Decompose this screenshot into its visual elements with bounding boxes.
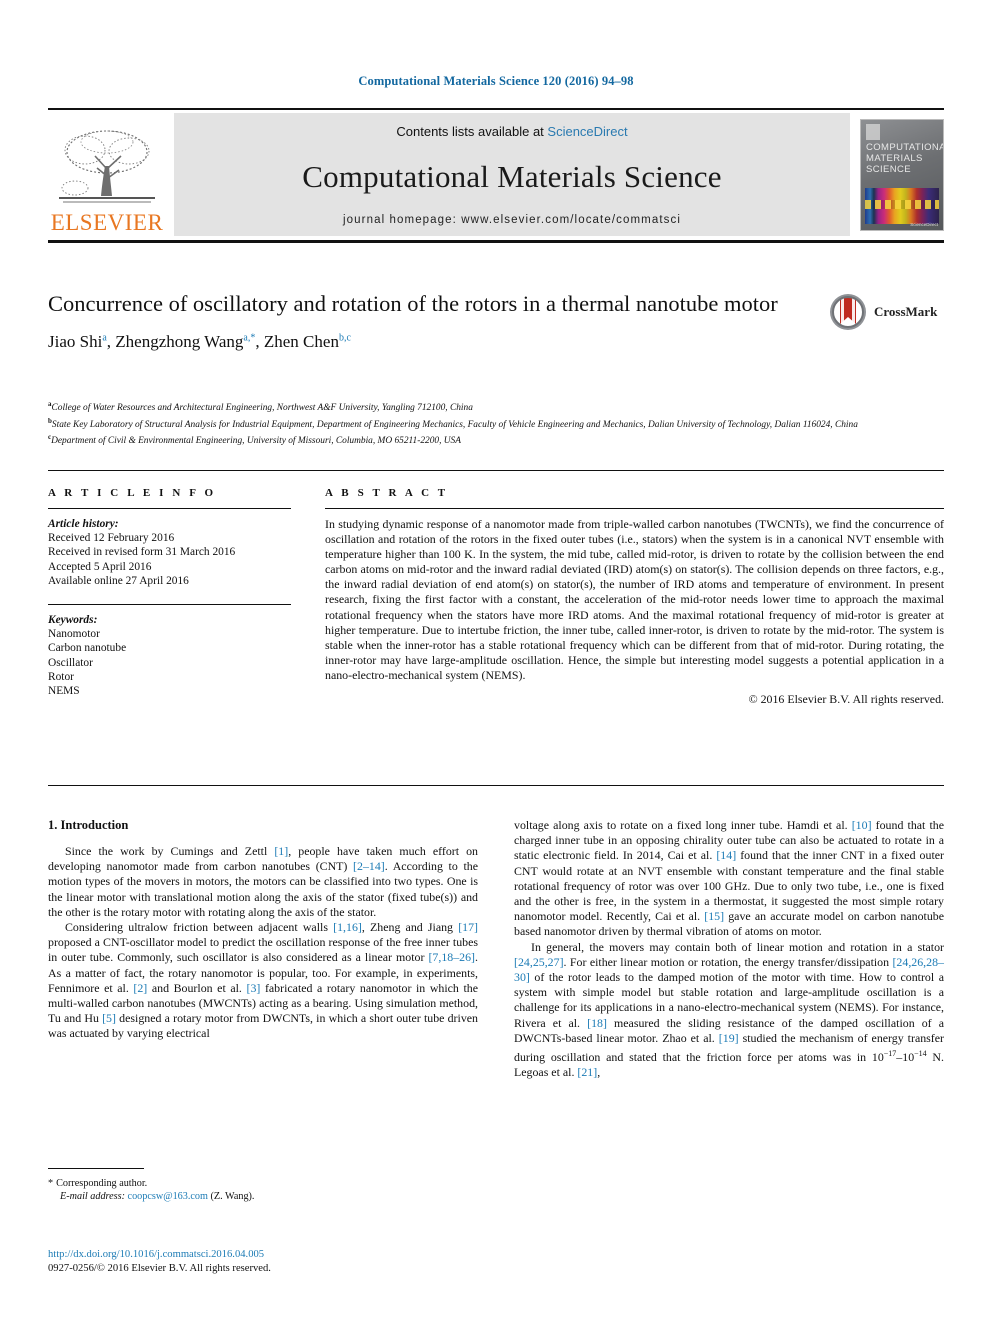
paragraph-left-1: Considering ultralow friction between ad… <box>48 920 478 1041</box>
doi-link[interactable]: http://dx.doi.org/10.1016/j.commatsci.20… <box>48 1248 548 1262</box>
history-item-3: Available online 27 April 2016 <box>48 574 189 587</box>
body-column-left: 1. Introduction Since the work by Cuming… <box>48 818 478 1042</box>
paragraph-right-0: voltage along axis to rotate on a fixed … <box>514 818 944 939</box>
abstract-text: In studying dynamic response of a nanomo… <box>325 517 944 682</box>
corresponding-author-line: * Corresponding author. <box>48 1177 478 1190</box>
crossmark-label: CrossMark <box>874 304 938 319</box>
abstract-rule <box>325 508 944 509</box>
affiliation-a: aCollege of Water Resources and Architec… <box>48 398 944 415</box>
asterisk-icon: * <box>48 1178 54 1189</box>
keyword-2: Oscillator <box>48 656 93 669</box>
article-history: Article history: Received 12 February 20… <box>48 517 291 588</box>
keywords-block: Keywords: Nanomotor Carbon nanotube Osci… <box>48 613 291 698</box>
masthead-bottom-rule <box>48 240 944 243</box>
email-label: E-mail address: <box>60 1191 125 1202</box>
affiliation-b: bState Key Laboratory of Structural Anal… <box>48 415 944 432</box>
page-footer: http://dx.doi.org/10.1016/j.commatsci.20… <box>48 1248 548 1275</box>
footnote-separator <box>48 1168 144 1169</box>
elsevier-wordmark: ELSEVIER <box>50 210 164 235</box>
affiliation-c-text: Department of Civil & Environmental Engi… <box>51 436 461 447</box>
keyword-0: Nanomotor <box>48 628 100 641</box>
journal-title: Computational Materials Science <box>302 159 722 194</box>
affiliation-a-text: College of Water Resources and Architect… <box>51 403 473 414</box>
contents-available-line: Contents lists available at ScienceDirec… <box>396 124 627 139</box>
keyword-1: Carbon nanotube <box>48 642 127 655</box>
author-2-name: Zhen Chen <box>263 332 339 351</box>
journal-homepage-link[interactable]: journal homepage: www.elsevier.com/locat… <box>343 214 681 226</box>
cover-title-line2: MATERIALS <box>866 152 923 164</box>
abstract-column: A B S T R A C T In studying dynamic resp… <box>325 487 944 707</box>
abstract-heading: A B S T R A C T <box>325 487 449 499</box>
page-title: Concurrence of oscillatory and rotation … <box>48 291 778 316</box>
author-list: Jiao Shia, Zhengzhong Wanga,*, Zhen Chen… <box>48 332 351 351</box>
article-info-rule <box>48 508 291 509</box>
corresponding-author-text: Corresponding author. <box>56 1178 148 1189</box>
body-column-right: voltage along axis to rotate on a fixed … <box>514 818 944 1080</box>
keywords-label: Keywords: <box>48 614 98 627</box>
sciencedirect-link[interactable]: ScienceDirect <box>547 124 627 139</box>
email-line: E-mail address: coopcsw@163.com (Z. Wang… <box>48 1190 478 1203</box>
elsevier-tree-icon <box>59 130 155 203</box>
issn-copyright-line: 0927-0256/© 2016 Elsevier B.V. All right… <box>48 1262 271 1274</box>
author-2-marks: b,c <box>338 332 351 344</box>
cover-title: COMPUTATIONAL MATERIALS SCIENCE <box>866 141 944 175</box>
cover-title-line3: SCIENCE <box>866 163 912 175</box>
title-block: Concurrence of oscillatory and rotation … <box>48 290 808 352</box>
section-title-introduction: 1. Introduction <box>48 818 129 832</box>
running-head: Computational Materials Science 120 (201… <box>358 74 634 88</box>
author-1-marks: a,* <box>243 332 256 344</box>
journal-masthead: ELSEVIER Contents lists available at Sci… <box>48 108 944 236</box>
crossmark-badge[interactable]: CrossMark <box>828 290 944 334</box>
paragraph-right-1: In general, the movers may contain both … <box>514 939 945 1080</box>
cover-caption: ScienceDirect <box>910 221 938 227</box>
author-0-marks: a <box>102 332 107 344</box>
info-abstract-band-bottom-rule <box>48 785 944 786</box>
affiliation-c: cDepartment of Civil & Environmental Eng… <box>48 431 944 448</box>
corresponding-author-footnote: * Corresponding author. E-mail address: c… <box>48 1177 478 1203</box>
keywords-rule <box>48 604 291 606</box>
crossmark-icon <box>830 294 866 330</box>
cover-elsevier-mark-icon <box>866 123 880 140</box>
elsevier-logo: ELSEVIER <box>48 113 166 236</box>
author-1-name: Zhengzhong Wang <box>115 332 244 351</box>
history-item-2: Accepted 5 April 2016 <box>48 560 152 573</box>
paragraph-left-0: Since the work by Cumings and Zettl [1],… <box>48 844 479 919</box>
cover-artwork <box>865 187 939 224</box>
article-info-heading: A R T I C L E I N F O <box>48 487 217 499</box>
keyword-4: NEMS <box>48 685 80 698</box>
email-link[interactable]: coopcsw@163.com <box>128 1191 208 1202</box>
author-0-name: Jiao Shi <box>48 332 103 351</box>
paper-page: Computational Materials Science 120 (201… <box>0 0 992 1323</box>
copyright-line: © 2016 Elsevier B.V. All rights reserved… <box>748 692 944 707</box>
article-history-label: Article history: <box>48 518 119 530</box>
affiliation-b-text: State Key Laboratory of Structural Analy… <box>51 419 858 430</box>
keyword-3: Rotor <box>48 670 74 683</box>
info-abstract-band-top-rule <box>48 470 944 471</box>
journal-cover-thumbnail[interactable]: COMPUTATIONAL MATERIALS SCIENCE ScienceD… <box>860 118 944 231</box>
history-item-0: Received 12 February 2016 <box>48 532 175 545</box>
masthead-center-panel: Contents lists available at ScienceDirec… <box>174 113 850 236</box>
contents-prefix: Contents lists available at <box>396 124 548 139</box>
affiliations: aCollege of Water Resources and Architec… <box>48 398 944 448</box>
cover-title-line1: COMPUTATIONAL <box>866 141 944 153</box>
article-info-column: A R T I C L E I N F O Article history: R… <box>48 487 291 698</box>
history-item-1: Received in revised form 31 March 2016 <box>48 546 236 559</box>
email-suffix: (Z. Wang). <box>210 1191 255 1202</box>
